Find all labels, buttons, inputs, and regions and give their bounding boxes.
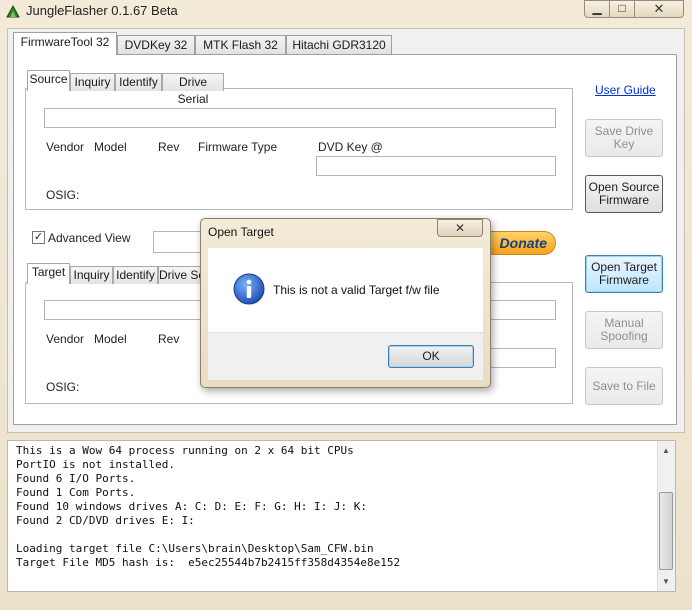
target-key-field[interactable] — [490, 348, 556, 368]
dialog-title: Open Target — [208, 225, 274, 239]
save-drive-key-label-1: Save Drive — [594, 124, 654, 138]
scroll-down-icon[interactable]: ▼ — [657, 573, 675, 590]
dvd-key-label: DVD Key @ — [318, 140, 383, 154]
log-line: Found 6 I/O Ports. — [16, 472, 136, 485]
save-to-file-button[interactable]: Save to File — [585, 367, 663, 405]
dvd-key-field[interactable] — [316, 156, 556, 176]
scroll-thumb[interactable] — [659, 492, 673, 570]
log-line: Found 1 Com Ports. — [16, 486, 136, 499]
open-target-firmware-button[interactable]: Open Target Firmware — [585, 255, 663, 293]
minimize-button[interactable]: ▁ — [584, 0, 610, 18]
app-icon — [6, 4, 20, 18]
source-vendor-label: Vendor — [46, 140, 85, 154]
target-osig-label: OSIG: — [46, 380, 80, 394]
manual-spoofing-label-2: Spoofing — [600, 329, 648, 343]
tab-hitachi[interactable]: Hitachi GDR3120 — [286, 35, 392, 54]
source-inquiry-field[interactable] — [44, 108, 556, 128]
source-tab-inquiry[interactable]: Inquiry — [70, 73, 115, 91]
source-firmware-type-label: Firmware Type — [198, 140, 278, 154]
source-osig-label: OSIG: — [46, 188, 80, 202]
tab-firmwaretool[interactable]: FirmwareTool 32 — [13, 32, 117, 55]
source-tab-drive-serial[interactable]: Drive Serial — [162, 73, 224, 106]
dialog-close-button[interactable]: ✕ — [437, 219, 483, 237]
open-source-label-2: Firmware — [599, 193, 649, 207]
log-text: This is a Wow 64 process running on 2 x … — [16, 444, 400, 570]
open-source-firmware-button[interactable]: Open Source Firmware — [585, 175, 663, 213]
target-tab-inquiry[interactable]: Inquiry — [70, 266, 113, 284]
open-target-label-1: Open Target — [591, 260, 657, 274]
save-drive-key-label-2: Key — [613, 137, 635, 151]
manual-spoofing-button[interactable]: Manual Spoofing — [585, 311, 663, 349]
close-window-button[interactable]: ✕ — [634, 0, 684, 18]
target-vendor-label: Vendor — [46, 332, 85, 346]
open-target-label-2: Firmware — [598, 273, 649, 287]
log-line: Found 2 CD/DVD drives E: I: — [16, 514, 195, 527]
open-source-label-1: Open Source — [588, 180, 660, 194]
manual-spoofing-label-1: Manual — [604, 316, 644, 330]
save-drive-key-button[interactable]: Save Drive Key — [585, 119, 663, 157]
tab-dvdkey[interactable]: DVDKey 32 — [117, 35, 195, 54]
target-tab-target[interactable]: Target — [27, 263, 70, 284]
log-line: This is a Wow 64 process running on 2 x … — [16, 444, 354, 457]
target-rev-label: Rev — [158, 332, 180, 346]
user-guide-link[interactable]: User Guide — [595, 83, 656, 97]
dialog-message: This is not a valid Target f/w file — [273, 283, 440, 297]
maximize-button[interactable]: □ — [609, 0, 635, 18]
target-model-label: Model — [94, 332, 127, 346]
ok-button[interactable]: OK — [388, 345, 474, 368]
log-line: Found 10 windows drives A: C: D: E: F: G… — [16, 500, 367, 513]
source-rev-label: Rev — [158, 140, 180, 154]
target-tab-identify[interactable]: Identify — [113, 266, 158, 284]
source-tab-identify[interactable]: Identify — [115, 73, 162, 91]
scroll-up-icon[interactable]: ▲ — [657, 442, 675, 459]
tab-mtk-flash[interactable]: MTK Flash 32 — [195, 35, 286, 54]
advanced-view-checkbox[interactable]: ✓ — [32, 231, 45, 244]
source-tab-source[interactable]: Source — [27, 70, 70, 91]
log-line: Target File MD5 hash is: e5ec25544b7b241… — [16, 556, 401, 569]
window-title: JungleFlasher 0.1.67 Beta — [26, 3, 178, 18]
source-model-label: Model — [94, 140, 127, 154]
advanced-view-label[interactable]: Advanced View — [48, 231, 131, 245]
log-line: Loading target file C:\Users\brain\Deskt… — [16, 542, 374, 555]
target-tab-drive-serial[interactable]: Drive Se — [158, 266, 206, 284]
log-line: PortIO is not installed. — [16, 458, 175, 471]
donate-button[interactable]: Donate — [480, 231, 556, 255]
info-icon — [233, 273, 265, 305]
key-status-field[interactable] — [153, 231, 203, 253]
